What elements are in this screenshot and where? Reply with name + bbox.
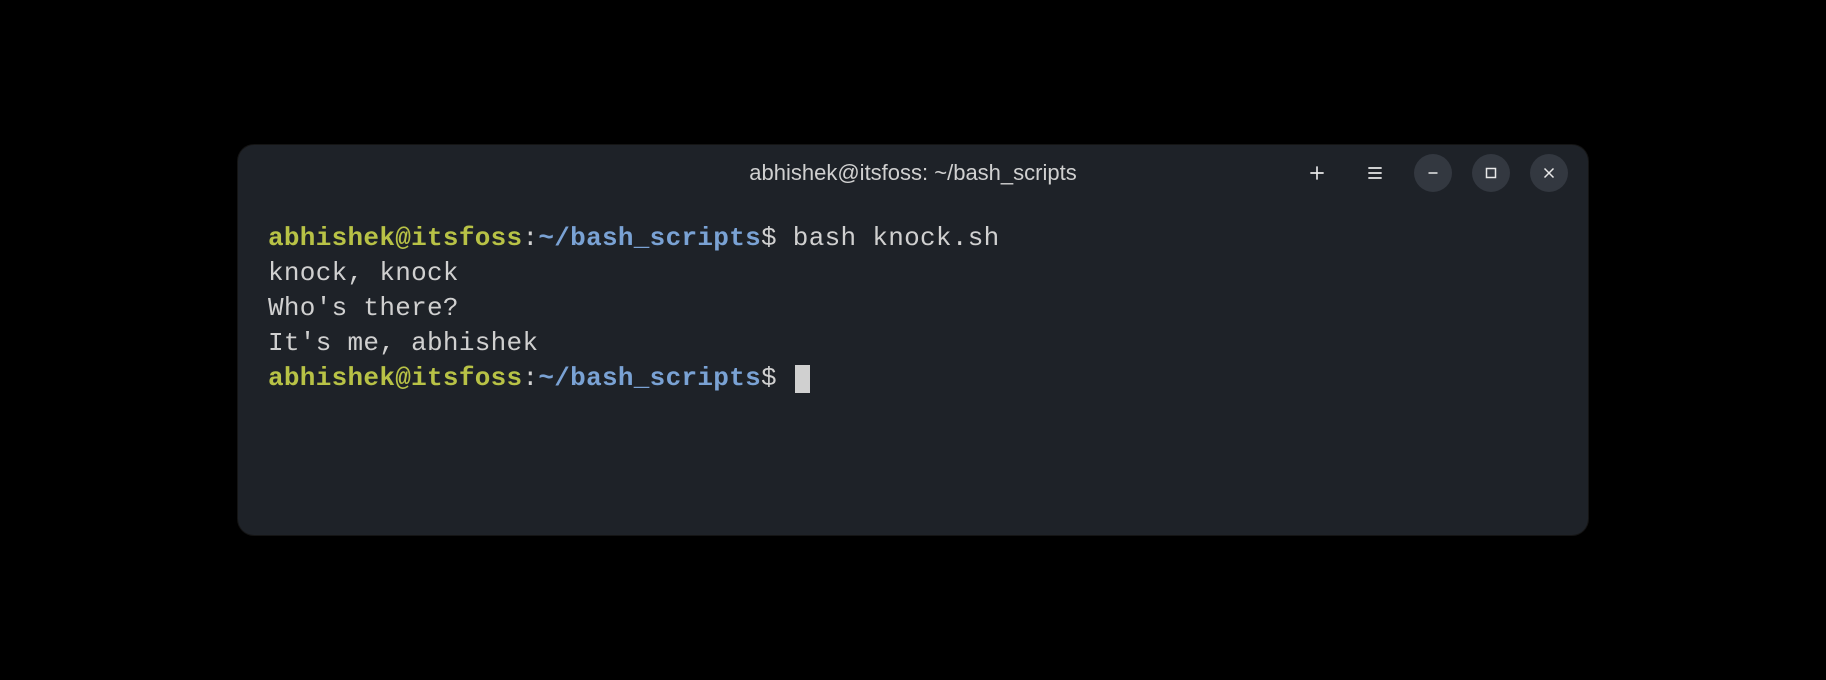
command-text xyxy=(777,363,793,393)
maximize-icon[interactable] xyxy=(1472,154,1510,192)
terminal-body[interactable]: abhishek@itsfoss:~/bash_scripts$ bash kn… xyxy=(238,201,1588,416)
prompt-dollar: $ xyxy=(761,223,777,253)
prompt-dollar: $ xyxy=(761,363,777,393)
close-icon[interactable] xyxy=(1530,154,1568,192)
prompt-line-2: abhishek@itsfoss:~/bash_scripts$ xyxy=(268,361,1558,396)
window-controls xyxy=(1298,154,1568,192)
prompt-colon: : xyxy=(522,223,538,253)
prompt-path: ~/bash_scripts xyxy=(538,223,761,253)
output-line-3: It's me, abhishek xyxy=(268,326,1558,361)
minimize-icon[interactable] xyxy=(1414,154,1452,192)
terminal-window: abhishek@itsfoss: ~/bash_scripts abhishe… xyxy=(238,145,1588,535)
titlebar: abhishek@itsfoss: ~/bash_scripts xyxy=(238,145,1588,201)
prompt-user-host: abhishek@itsfoss xyxy=(268,223,522,253)
prompt-colon: : xyxy=(522,363,538,393)
cursor-block xyxy=(795,365,810,393)
prompt-user-host: abhishek@itsfoss xyxy=(268,363,522,393)
window-title: abhishek@itsfoss: ~/bash_scripts xyxy=(749,160,1076,186)
output-line-1: knock, knock xyxy=(268,256,1558,291)
prompt-path: ~/bash_scripts xyxy=(538,363,761,393)
menu-icon[interactable] xyxy=(1356,154,1394,192)
prompt-line-1: abhishek@itsfoss:~/bash_scripts$ bash kn… xyxy=(268,221,1558,256)
new-tab-icon[interactable] xyxy=(1298,154,1336,192)
command-text: bash knock.sh xyxy=(777,223,1000,253)
output-line-2: Who's there? xyxy=(268,291,1558,326)
